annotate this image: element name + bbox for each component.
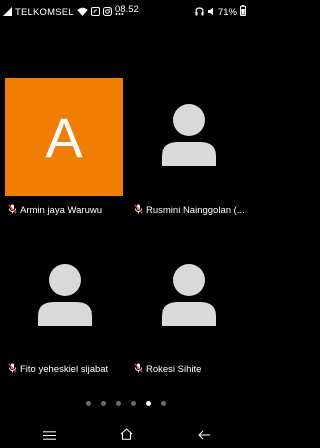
home-button[interactable] xyxy=(114,427,138,445)
status-bar: TELKOMSEL 08.52 71% xyxy=(0,0,252,20)
page-indicator[interactable] xyxy=(0,398,252,408)
navigation-bar xyxy=(0,424,252,448)
page-dot[interactable] xyxy=(146,400,151,406)
participant-tile[interactable]: Rusmini Nainggolan (... xyxy=(126,20,252,220)
page-dot[interactable] xyxy=(86,400,91,406)
participant-tile[interactable]: A Armin jaya Waruwu xyxy=(0,20,126,220)
battery-percent: 71% xyxy=(217,6,237,18)
mic-muted-icon xyxy=(8,201,17,219)
participant-name: Armin jaya Waruwu xyxy=(20,204,103,216)
participant-tile[interactable]: Fito yeheskiel sijabat xyxy=(0,220,126,420)
participant-name: Rusmini Nainggolan (... xyxy=(146,204,245,216)
wifi-icon xyxy=(77,3,88,21)
menu-icon xyxy=(42,427,56,445)
participant-name-row: Armin jaya Waruwu xyxy=(8,201,126,219)
participant-tile[interactable]: Rokesi Sihite xyxy=(126,220,252,420)
battery-icon xyxy=(240,3,246,21)
page-dot[interactable] xyxy=(116,400,121,406)
avatar-initial: A xyxy=(45,105,83,169)
mic-muted-icon xyxy=(134,360,143,378)
page-dot[interactable] xyxy=(131,400,136,406)
participant-name-row: Fito yeheskiel sijabat xyxy=(8,360,126,378)
mute-icon xyxy=(207,3,215,21)
signal-icon xyxy=(3,3,12,21)
participant-name-row: Rokesi Sihite xyxy=(134,360,252,378)
mic-muted-icon xyxy=(8,360,17,378)
page-dot[interactable] xyxy=(161,400,166,406)
back-button[interactable] xyxy=(192,427,216,445)
person-placeholder-icon xyxy=(160,264,218,331)
carrier-name: TELKOMSEL xyxy=(15,6,74,18)
nfc-icon xyxy=(90,3,100,21)
back-arrow-icon xyxy=(197,427,211,445)
page-dot[interactable] xyxy=(101,400,106,406)
person-placeholder-icon xyxy=(160,104,218,171)
participant-name-row: Rusmini Nainggolan (... xyxy=(134,201,252,219)
person-placeholder-icon xyxy=(36,264,94,331)
mic-muted-icon xyxy=(134,201,143,219)
instagram-icon xyxy=(102,3,112,21)
headset-icon xyxy=(195,3,204,21)
home-icon xyxy=(120,427,133,445)
recent-apps-button[interactable] xyxy=(37,427,61,445)
clock: 08.52 xyxy=(115,4,139,15)
avatar: A xyxy=(5,78,123,196)
participant-name: Fito yeheskiel sijabat xyxy=(20,363,109,375)
participant-name: Rokesi Sihite xyxy=(146,363,202,375)
